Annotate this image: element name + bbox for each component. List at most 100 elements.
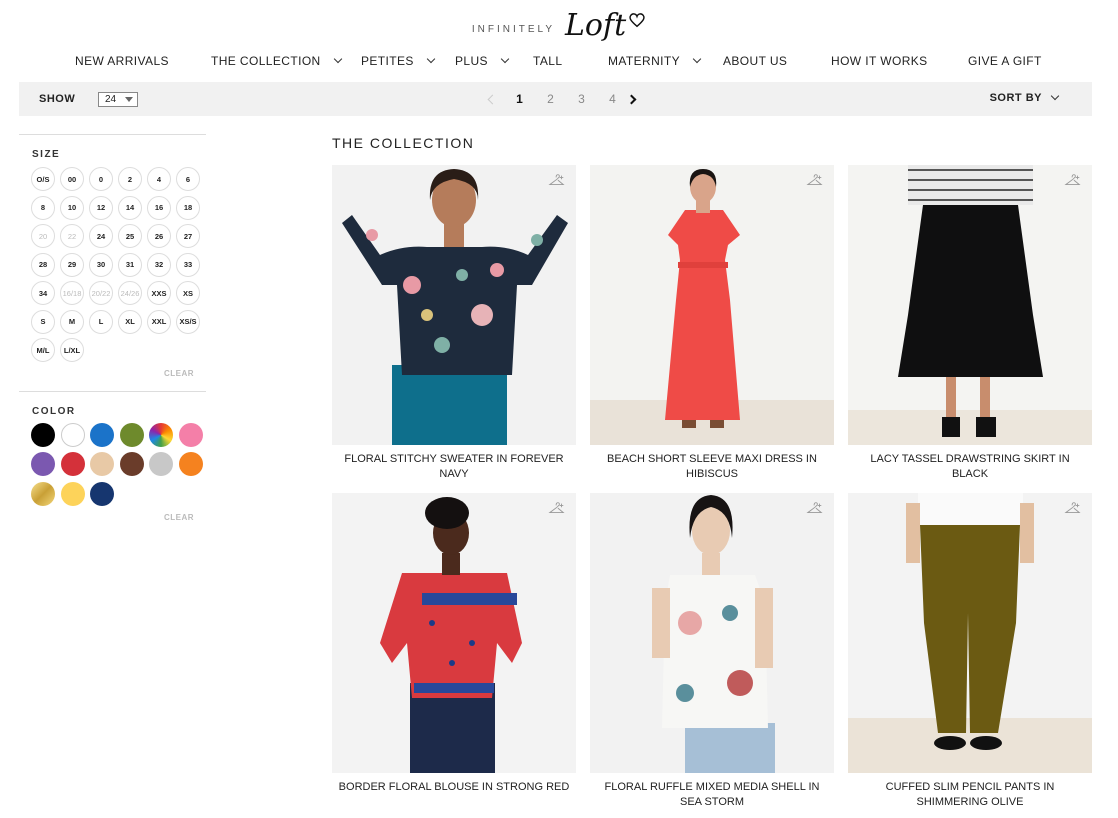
product-name[interactable]: FLORAL RUFFLE MIXED MEDIA SHELL IN SEA S… [590, 780, 834, 810]
product-card[interactable]: BEACH SHORT SLEEVE MAXI DRESS IN HIBISCU… [590, 165, 834, 482]
size-option[interactable]: 6 [176, 167, 200, 191]
size-option[interactable]: 27 [176, 224, 200, 248]
show-count-select[interactable]: 24 [98, 92, 138, 107]
nav-the-collection[interactable]: THE COLLECTION [211, 50, 342, 72]
page-3-link[interactable]: 3 [566, 92, 597, 106]
size-option[interactable]: XL [118, 309, 142, 334]
size-option[interactable]: 24/26 [118, 281, 142, 305]
size-option[interactable]: XXL [147, 309, 171, 334]
nav-plus[interactable]: PLUS [455, 50, 510, 72]
hanger-icon[interactable] [548, 501, 566, 517]
hanger-icon[interactable] [806, 173, 824, 189]
chevron-left-icon[interactable] [487, 94, 498, 104]
color-swatch-purple[interactable] [31, 452, 55, 476]
size-option[interactable]: 22 [60, 224, 84, 248]
color-swatch-yellow[interactable] [60, 481, 85, 506]
size-option[interactable]: 29 [60, 252, 84, 277]
size-option[interactable]: S [31, 309, 55, 334]
size-option[interactable]: 26 [147, 224, 171, 248]
product-name[interactable]: LACY TASSEL DRAWSTRING SKIRT IN BLACK [848, 452, 1092, 482]
color-swatch-navy[interactable] [90, 481, 114, 506]
size-option[interactable]: M/L [31, 338, 55, 362]
product-image[interactable] [332, 165, 576, 445]
size-option[interactable]: 16 [147, 195, 171, 220]
nav-give-a-gift[interactable]: GIVE A GIFT [968, 50, 1042, 72]
product-image[interactable] [332, 493, 576, 773]
size-option[interactable]: 28 [31, 252, 55, 277]
color-option-cell [178, 422, 209, 453]
size-option[interactable]: O/S [31, 167, 55, 191]
color-swatch-grey[interactable] [149, 452, 173, 476]
product-name[interactable]: BORDER FLORAL BLOUSE IN STRONG RED [332, 780, 576, 795]
brand-logo[interactable]: Loft [565, 8, 646, 43]
product-name[interactable]: CUFFED SLIM PENCIL PANTS IN SHIMMERING O… [848, 780, 1092, 810]
nav-about-us[interactable]: ABOUT US [723, 50, 787, 72]
color-swatch-brown[interactable] [119, 452, 144, 476]
size-option[interactable]: 20/22 [89, 281, 113, 305]
nav-tall[interactable]: TALL [533, 50, 562, 72]
color-swatch-white[interactable] [60, 422, 85, 447]
size-option[interactable]: 25 [118, 224, 142, 248]
size-option[interactable]: 31 [118, 252, 142, 277]
product-card[interactable]: FLORAL STITCHY SWEATER IN FOREVER NAVY [332, 165, 576, 482]
nav-petites[interactable]: PETITES [361, 50, 436, 72]
product-image[interactable] [848, 493, 1092, 773]
color-swatch-pink[interactable] [178, 422, 203, 447]
size-option[interactable]: 32 [147, 252, 171, 277]
size-option[interactable]: M [60, 309, 84, 334]
nav-maternity[interactable]: MATERNITY [608, 50, 702, 72]
product-image[interactable] [590, 165, 834, 445]
page-4-link[interactable]: 4 [597, 92, 628, 106]
size-option[interactable]: XXS [147, 281, 171, 305]
size-option[interactable]: 33 [176, 252, 200, 277]
hanger-icon[interactable] [1064, 173, 1082, 189]
size-option[interactable]: 18 [176, 195, 200, 220]
hanger-icon[interactable] [548, 173, 566, 189]
size-option[interactable]: XS/S [176, 309, 200, 334]
brand-header[interactable]: INFINITELY Loft [0, 6, 1118, 44]
product-name[interactable]: BEACH SHORT SLEEVE MAXI DRESS IN HIBISCU… [590, 452, 834, 482]
color-swatch-blue[interactable] [90, 422, 114, 447]
size-option[interactable]: L [89, 309, 113, 334]
size-option[interactable]: 24 [89, 224, 113, 248]
product-card[interactable]: FLORAL RUFFLE MIXED MEDIA SHELL IN SEA S… [590, 493, 834, 810]
color-swatch-black[interactable] [31, 422, 55, 447]
chevron-right-icon[interactable] [626, 94, 637, 104]
size-option[interactable]: 30 [89, 252, 113, 277]
size-option[interactable]: 20 [31, 224, 55, 248]
size-option[interactable]: L/XL [60, 338, 84, 362]
size-option[interactable]: 16/18 [60, 281, 84, 305]
clear-size-button[interactable]: CLEAR [19, 369, 206, 378]
size-option[interactable]: 0 [89, 167, 113, 191]
product-photo [590, 493, 834, 773]
size-option[interactable]: XS [176, 281, 200, 305]
color-swatch-gold[interactable] [31, 481, 55, 506]
size-option[interactable]: 2 [118, 167, 142, 191]
color-swatch-red[interactable] [60, 452, 85, 476]
product-card[interactable]: CUFFED SLIM PENCIL PANTS IN SHIMMERING O… [848, 493, 1092, 810]
color-swatch-green[interactable] [119, 422, 144, 447]
size-option[interactable]: 4 [147, 167, 171, 191]
nav-how-it-works[interactable]: HOW IT WORKS [831, 50, 928, 72]
hanger-icon[interactable] [806, 501, 824, 517]
nav-new-arrivals[interactable]: NEW ARRIVALS [75, 50, 169, 72]
product-image[interactable] [590, 493, 834, 773]
size-option[interactable]: 00 [60, 167, 84, 191]
size-option[interactable]: 10 [60, 195, 84, 220]
product-name[interactable]: FLORAL STITCHY SWEATER IN FOREVER NAVY [332, 452, 576, 482]
size-option[interactable]: 14 [118, 195, 142, 220]
color-swatch-multi[interactable] [149, 422, 173, 447]
page-1-link[interactable]: 1 [504, 92, 535, 106]
size-option[interactable]: 8 [31, 195, 55, 220]
product-card[interactable]: LACY TASSEL DRAWSTRING SKIRT IN BLACK [848, 165, 1092, 482]
size-option[interactable]: 12 [89, 195, 113, 220]
hanger-icon[interactable] [1064, 501, 1082, 517]
page-2-link[interactable]: 2 [535, 92, 566, 106]
product-image[interactable] [848, 165, 1092, 445]
sort-by-dropdown[interactable]: SORT BY [990, 91, 1060, 104]
color-swatch-orange[interactable] [178, 452, 203, 476]
product-card[interactable]: BORDER FLORAL BLOUSE IN STRONG RED [332, 493, 576, 795]
clear-color-button[interactable]: CLEAR [19, 513, 206, 522]
size-option[interactable]: 34 [31, 281, 55, 305]
color-swatch-beige[interactable] [90, 452, 114, 476]
